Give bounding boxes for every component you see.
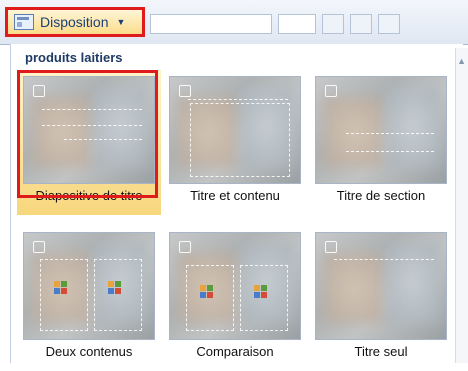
layout-thumbnail xyxy=(315,76,447,184)
disposition-button[interactable]: Disposition ▼ xyxy=(5,7,145,37)
disposition-label: Disposition xyxy=(40,14,109,30)
layout-thumbnail xyxy=(315,232,447,340)
layout-caption: Diapositive de titre xyxy=(35,188,143,203)
slide-corner-icon xyxy=(325,241,337,253)
layout-thumbnail xyxy=(169,232,301,340)
chevron-down-icon: ▼ xyxy=(116,17,126,27)
layout-caption: Comparaison xyxy=(196,344,274,359)
slide-corner-icon xyxy=(325,85,337,97)
layout-caption: Titre et contenu xyxy=(190,188,280,203)
layout-gallery-window: Disposition ▼ produits laitiers ▲ Diapos… xyxy=(0,0,468,363)
gallery-scrollbar[interactable] xyxy=(455,48,468,363)
layout-tile-section-header[interactable]: Titre de section xyxy=(309,70,453,215)
slide-corner-icon xyxy=(179,85,191,97)
slide-corner-icon xyxy=(179,241,191,253)
layout-caption: Titre seul xyxy=(354,344,408,359)
gallery-section-title: produits laitiers xyxy=(25,50,123,65)
font-controls xyxy=(150,12,450,36)
layout-caption: Titre de section xyxy=(336,188,426,203)
layout-caption: Deux contenus xyxy=(45,344,133,359)
shrink-font-button[interactable] xyxy=(350,14,372,34)
slide-corner-icon xyxy=(33,85,45,97)
layout-thumbnail xyxy=(169,76,301,184)
layout-tile-comparison[interactable]: Comparaison xyxy=(163,226,307,371)
grow-font-button[interactable] xyxy=(322,14,344,34)
layout-thumbnail xyxy=(23,76,155,184)
slide-corner-icon xyxy=(33,241,45,253)
font-name-field[interactable] xyxy=(150,14,272,34)
slide-layout-icon xyxy=(14,14,34,30)
font-size-field[interactable] xyxy=(278,14,316,34)
scroll-up-arrow-icon[interactable]: ▲ xyxy=(457,56,466,66)
layout-tile-two-content[interactable]: Deux contenus xyxy=(17,226,161,371)
layout-tile-title-slide[interactable]: Diapositive de titre xyxy=(17,70,161,215)
layout-thumbnail xyxy=(23,232,155,340)
clear-format-button[interactable] xyxy=(378,14,400,34)
layout-tile-title-only[interactable]: Titre seul xyxy=(309,226,453,371)
ribbon-bar: Disposition ▼ xyxy=(0,0,468,45)
layout-tile-title-content[interactable]: Titre et contenu xyxy=(163,70,307,215)
